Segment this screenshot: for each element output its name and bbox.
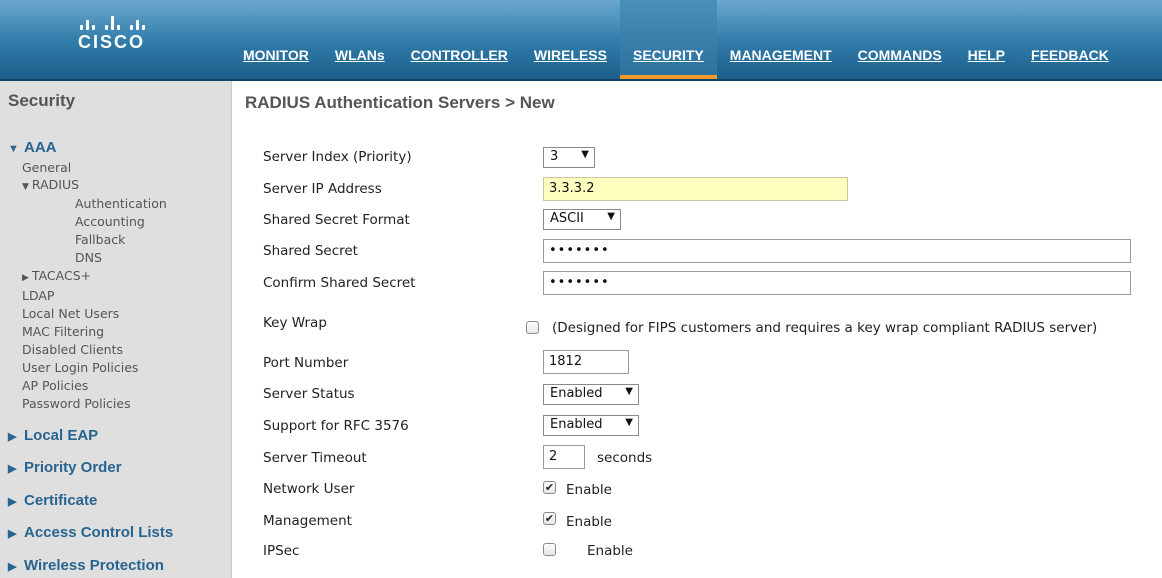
- top-header: CISCO MONITOR WLANs CONTROLLER WIRELESS …: [0, 0, 1162, 81]
- triangle-down-icon: ▼: [22, 182, 29, 192]
- server-status-value: Enabled: [550, 386, 603, 401]
- sidebar-section-aaa[interactable]: ▼ AAA: [8, 139, 57, 156]
- nav-management[interactable]: MANAGEMENT: [717, 0, 845, 79]
- sidebar-section-label: Access Control Lists: [24, 524, 174, 541]
- sidebar-item-ldap[interactable]: LDAP: [22, 288, 54, 304]
- sidebar-section-certificate[interactable]: ▶ Certificate: [8, 492, 97, 509]
- sidebar-item-mac-filtering[interactable]: MAC Filtering: [22, 324, 104, 340]
- shared-secret-input[interactable]: •••••••: [543, 239, 1131, 263]
- network-user-label: Network User: [263, 481, 355, 497]
- sidebar-item-label: TACACS+: [31, 268, 92, 283]
- sidebar-item-dns[interactable]: DNS: [75, 250, 102, 266]
- caret-down-icon: ▼: [607, 211, 615, 222]
- triangle-right-icon: ▶: [8, 528, 17, 540]
- nav-feedback[interactable]: FEEDBACK: [1018, 0, 1122, 79]
- sidebar-title: Security: [8, 91, 76, 110]
- sidebar-item-ap-policies[interactable]: AP Policies: [22, 378, 88, 394]
- server-ip-input[interactable]: 3.3.3.2: [543, 177, 848, 201]
- triangle-right-icon: ▶: [22, 273, 29, 283]
- nav-wlans[interactable]: WLANs: [322, 0, 398, 79]
- sidebar-item-label: RADIUS: [31, 177, 80, 192]
- sidebar-item-disabled-clients[interactable]: Disabled Clients: [22, 342, 123, 358]
- ipsec-label: IPSec: [263, 543, 300, 559]
- cisco-logo-text: CISCO: [78, 32, 146, 52]
- key-wrap-label: Key Wrap: [263, 315, 327, 331]
- server-index-value: 3: [550, 149, 559, 164]
- sidebar-item-password-policies[interactable]: Password Policies: [22, 396, 131, 412]
- sidebar-section-label: Local EAP: [24, 427, 99, 444]
- confirm-secret-label: Confirm Shared Secret: [263, 275, 416, 291]
- server-ip-label: Server IP Address: [263, 181, 382, 197]
- caret-down-icon: ▼: [625, 386, 633, 397]
- checkmark-icon: ✔: [544, 481, 555, 494]
- nav-controller[interactable]: CONTROLLER: [398, 0, 521, 79]
- server-status-label: Server Status: [263, 386, 355, 402]
- sidebar-item-accounting[interactable]: Accounting: [75, 214, 145, 230]
- nav-security[interactable]: SECURITY: [619, 0, 717, 79]
- sidebar-section-access-control-lists[interactable]: ▶ Access Control Lists: [8, 524, 173, 541]
- sidebar-section-label: Wireless Protection: [24, 557, 164, 574]
- sidebar-item-authentication[interactable]: Authentication: [75, 196, 167, 212]
- nav-monitor[interactable]: MONITOR: [230, 0, 322, 79]
- management-option: Enable: [566, 514, 612, 530]
- sidebar-section-label: Certificate: [24, 492, 98, 509]
- server-index-label: Server Index (Priority): [263, 149, 412, 165]
- sidebar-section-priority-order[interactable]: ▶ Priority Order: [8, 459, 122, 476]
- network-user-option: Enable: [566, 482, 612, 498]
- rfc3576-select[interactable]: Enabled ▼: [543, 415, 639, 436]
- shared-secret-label: Shared Secret: [263, 243, 358, 259]
- server-index-select[interactable]: 3 ▼: [543, 147, 595, 168]
- caret-down-icon: ▼: [625, 417, 633, 428]
- cisco-logo: CISCO: [78, 14, 158, 54]
- sidebar: Security ▼ AAA General ▼ RADIUS Authentica…: [0, 81, 232, 578]
- server-timeout-input[interactable]: 2: [543, 445, 585, 469]
- rfc3576-label: Support for RFC 3576: [263, 418, 409, 434]
- triangle-right-icon: ▶: [8, 463, 17, 475]
- server-timeout-unit: seconds: [597, 450, 653, 466]
- sidebar-item-tacacs[interactable]: ▶ TACACS+: [22, 268, 91, 286]
- sidebar-section-local-eap[interactable]: ▶ Local EAP: [8, 427, 98, 444]
- sidebar-item-user-login-policies[interactable]: User Login Policies: [22, 360, 138, 376]
- checkmark-icon: ✔: [544, 512, 555, 525]
- sidebar-section-label: AAA: [24, 139, 57, 156]
- server-status-select[interactable]: Enabled ▼: [543, 384, 639, 405]
- nav-help[interactable]: HELP: [955, 0, 1018, 79]
- cisco-logo-bars-icon: [80, 14, 158, 30]
- server-timeout-label: Server Timeout: [263, 450, 367, 466]
- key-wrap-checkbox[interactable]: [526, 321, 539, 334]
- secret-format-value: ASCII: [550, 211, 584, 226]
- nav-commands[interactable]: COMMANDS: [845, 0, 955, 79]
- ipsec-option: Enable: [587, 543, 633, 559]
- triangle-right-icon: ▶: [8, 431, 17, 443]
- main-nav: MONITOR WLANs CONTROLLER WIRELESS SECURI…: [230, 0, 1122, 79]
- sidebar-item-general[interactable]: General: [22, 160, 71, 176]
- sidebar-section-wireless-protection[interactable]: ▶ Wireless Protection: [8, 557, 164, 574]
- triangle-right-icon: ▶: [8, 496, 17, 508]
- caret-down-icon: ▼: [581, 149, 589, 160]
- sidebar-item-local-net-users[interactable]: Local Net Users: [22, 306, 119, 322]
- port-number-input[interactable]: 1812: [543, 350, 629, 374]
- triangle-down-icon: ▼: [8, 143, 19, 155]
- sidebar-section-label: Priority Order: [24, 459, 122, 476]
- key-wrap-note: (Designed for FIPS customers and require…: [552, 320, 1098, 336]
- nav-wireless[interactable]: WIRELESS: [521, 0, 620, 79]
- rfc3576-value: Enabled: [550, 417, 603, 432]
- network-user-checkbox[interactable]: ✔: [543, 481, 556, 494]
- port-number-label: Port Number: [263, 355, 349, 371]
- management-label: Management: [263, 513, 352, 529]
- sidebar-item-radius[interactable]: ▼ RADIUS: [22, 177, 79, 195]
- ipsec-checkbox[interactable]: [543, 543, 556, 556]
- secret-format-label: Shared Secret Format: [263, 212, 410, 228]
- confirm-secret-input[interactable]: •••••••: [543, 271, 1131, 295]
- secret-format-select[interactable]: ASCII ▼: [543, 209, 621, 230]
- page-title: RADIUS Authentication Servers > New: [245, 93, 555, 112]
- triangle-right-icon: ▶: [8, 561, 17, 573]
- management-checkbox[interactable]: ✔: [543, 512, 556, 525]
- sidebar-item-fallback[interactable]: Fallback: [75, 232, 125, 248]
